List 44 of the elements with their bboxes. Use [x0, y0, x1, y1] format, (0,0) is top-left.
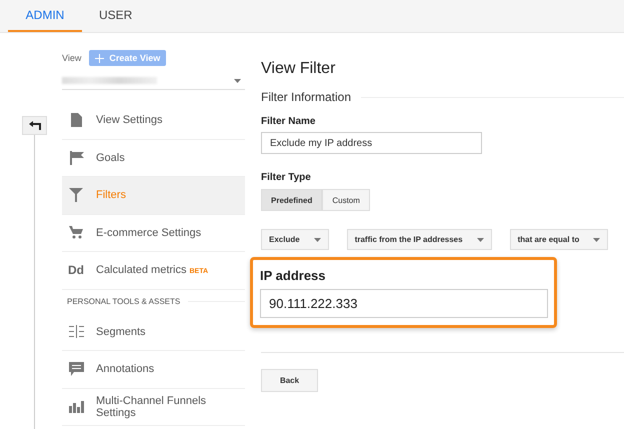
document-icon	[70, 113, 82, 128]
filter-name-field[interactable]: Exclude my IP address	[261, 132, 482, 154]
item-label: Multi-Channel Funnels Settings	[96, 394, 208, 419]
sidebar-item[interactable]: Segments	[62, 314, 245, 351]
segments-icon	[68, 325, 84, 338]
back-arrow-icon	[28, 121, 40, 130]
comment-icon	[68, 362, 84, 376]
caret-icon	[234, 78, 241, 82]
item-label: E-commerce Settings	[96, 226, 202, 239]
plus-icon	[95, 54, 104, 62]
dropdown[interactable]: Exclude	[261, 229, 329, 250]
item-label: View Settings	[96, 114, 162, 126]
page-title: View Filter	[261, 60, 336, 78]
sidebar-item[interactable]: Multi-Channel Funnels Settings	[62, 388, 245, 426]
dropdown[interactable]: traffic from the IP addresses	[346, 229, 492, 250]
section-title: PERSONAL TOOLS & ASSETS	[67, 297, 180, 306]
back-button[interactable]: Back	[261, 369, 318, 392]
item-label: Filters	[96, 189, 126, 202]
sidebar-item[interactable]: Annotations	[62, 351, 245, 388]
dropdown[interactable]: that are equal to	[510, 229, 608, 250]
caret-icon	[593, 238, 600, 242]
ip-address-field[interactable]: 90.111.222.333	[260, 289, 548, 318]
filter-type-toggle[interactable]: Custom	[322, 189, 370, 211]
filter-type-toggle[interactable]: Predefined	[261, 189, 322, 211]
tab[interactable]: ADMIN	[8, 0, 82, 32]
bar-chart-icon	[68, 400, 84, 414]
caret-icon	[476, 238, 484, 242]
sidebar-item[interactable]: View Settings	[62, 102, 245, 140]
dd-icon: Dd	[68, 264, 84, 277]
caret-icon	[314, 238, 321, 242]
filter-icon	[69, 188, 83, 202]
sidebar-item[interactable]: E-commerce Settings	[62, 214, 245, 252]
item-label: Segments	[96, 326, 146, 338]
section-heading: Filter Information	[261, 90, 352, 104]
field-label: Filter Type	[261, 172, 311, 183]
tab[interactable]: USER	[82, 0, 150, 32]
view-label: View	[62, 53, 82, 63]
field-label: IP address	[260, 268, 327, 283]
cart-icon	[69, 226, 83, 240]
field-label: Filter Name	[261, 116, 316, 127]
item-label: Annotations	[96, 363, 154, 376]
item-label: Goals	[96, 152, 125, 164]
flag-icon	[68, 150, 84, 165]
back-button[interactable]	[22, 116, 47, 135]
